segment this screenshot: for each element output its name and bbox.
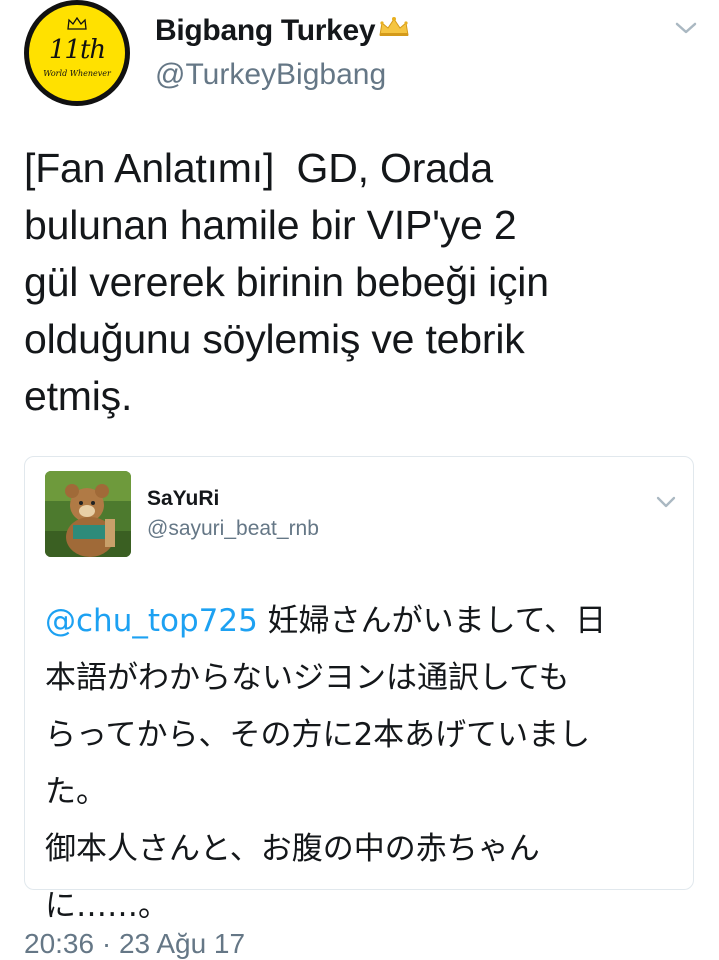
display-name[interactable]: Bigbang Turkey	[155, 14, 376, 48]
avatar-image: 11th World Whenever	[29, 5, 125, 101]
chevron-down-icon[interactable]	[674, 20, 698, 36]
tweet-header: 11th World Whenever Bigbang Turkey @Turk…	[0, 0, 719, 120]
avatar-text: 11th	[48, 35, 106, 65]
quoted-display-name[interactable]: SaYuRi	[147, 487, 219, 511]
quoted-user-handle[interactable]: @sayuri_beat_rnb	[147, 517, 319, 541]
tweet-timestamp[interactable]: 20:36 · 23 Ağu 17	[24, 928, 245, 960]
quoted-tweet-card[interactable]: SaYuRi @sayuri_beat_rnb @chu_top725 妊婦さん…	[24, 456, 694, 924]
avatar-crown-icon	[67, 17, 87, 30]
tweet-text: [Fan Anlatımı] GD, Orada bulunan hamile …	[24, 145, 549, 419]
quoted-user-avatar[interactable]	[45, 471, 131, 557]
quoted-tweet-text: @chu_top725 妊婦さんがいまして、日 本語がわからないジヨンは通訳して…	[45, 593, 685, 935]
crown-emoji-icon	[379, 17, 409, 36]
mention-link[interactable]: @chu_top725	[45, 603, 258, 639]
chevron-down-icon[interactable]	[655, 495, 677, 509]
profile-avatar[interactable]: 11th World Whenever	[24, 0, 130, 106]
bear-photo-icon	[45, 471, 131, 557]
display-name-row: Bigbang Turkey	[155, 14, 411, 48]
quoted-tweet-body: 妊婦さんがいまして、日 本語がわからないジヨンは通訳しても らってから、その方に…	[45, 603, 607, 924]
avatar-subtext: World Whenever	[43, 69, 111, 78]
user-handle[interactable]: @TurkeyBigbang	[155, 58, 386, 92]
